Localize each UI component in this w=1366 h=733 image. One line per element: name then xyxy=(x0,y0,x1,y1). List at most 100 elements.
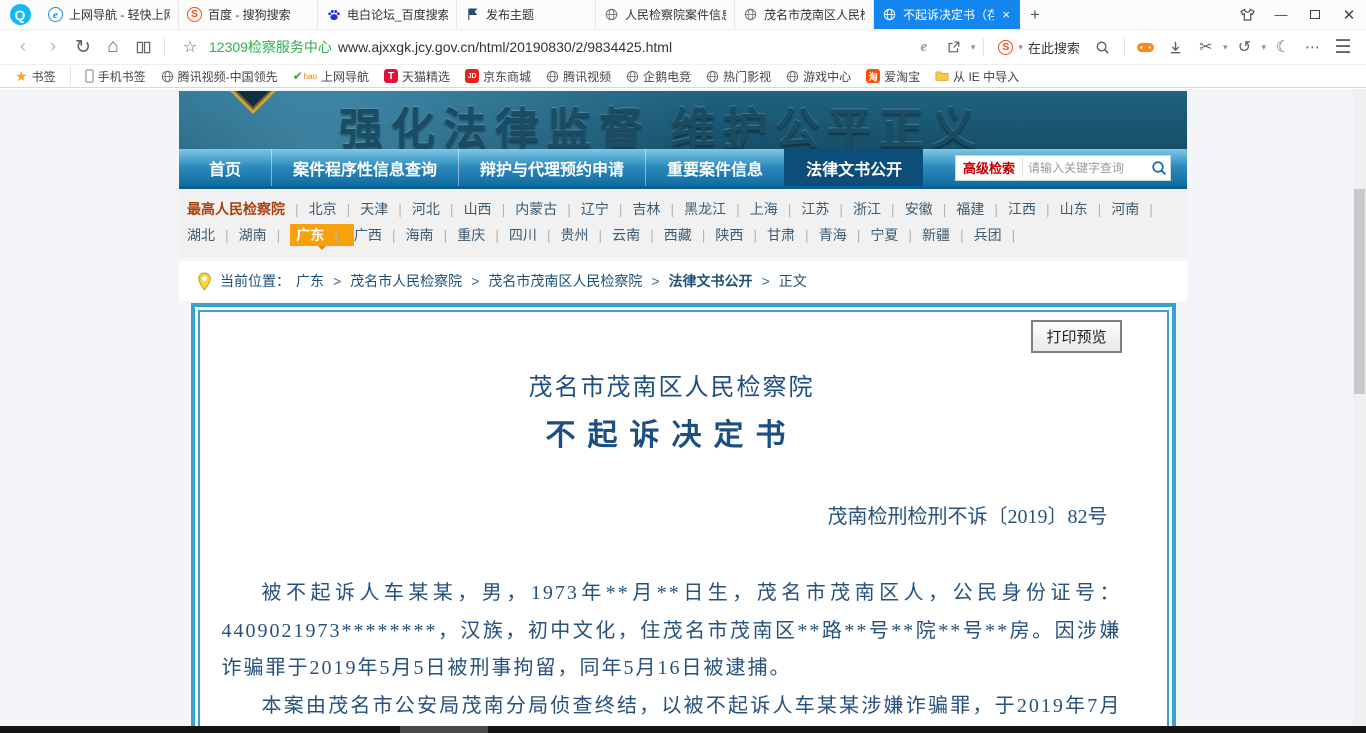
province-link-supreme[interactable]: 最高人民检察院 xyxy=(187,201,309,217)
screenshot-scissors-icon[interactable]: ✂ xyxy=(1193,34,1219,60)
site-search-bar[interactable]: 高级检索 xyxy=(955,155,1171,181)
province-link[interactable]: 四川 xyxy=(509,227,561,243)
province-link[interactable]: 新疆 xyxy=(922,227,974,243)
menu-icon[interactable]: ☰ xyxy=(1330,34,1356,60)
province-link[interactable]: 江苏 xyxy=(801,201,853,217)
province-link[interactable]: 青海 xyxy=(819,227,871,243)
download-icon[interactable] xyxy=(1163,34,1189,60)
reading-mode-icon[interactable] xyxy=(130,34,156,60)
province-link[interactable]: 兵团 xyxy=(974,227,1026,243)
province-link[interactable]: 贵州 xyxy=(560,227,612,243)
province-link[interactable]: 湖北 xyxy=(187,227,239,243)
forward-icon[interactable]: › xyxy=(40,34,66,60)
advanced-search-link[interactable]: 高级检索 xyxy=(956,158,1023,177)
bookmark-item[interactable]: 从 IE 中导入 xyxy=(930,68,1024,85)
province-link[interactable]: 黑龙江 xyxy=(684,201,750,217)
tab-post-topic[interactable]: 发布主题 xyxy=(457,0,596,29)
nav-item-home[interactable]: 首页 xyxy=(179,149,271,186)
province-link[interactable]: 浙江 xyxy=(853,201,905,217)
province-link[interactable]: 云南 xyxy=(612,227,664,243)
chevron-down-icon[interactable]: ▾ xyxy=(971,42,976,53)
bookmark-item[interactable]: 腾讯视频 xyxy=(541,68,616,85)
maximize-button[interactable] xyxy=(1298,0,1332,29)
share-icon[interactable] xyxy=(941,34,967,60)
sogou-search-box[interactable]: S ▾ 在此搜索 xyxy=(992,38,1086,57)
more-options-icon[interactable]: ⋯ xyxy=(1300,34,1326,60)
back-icon[interactable]: ‹ xyxy=(10,34,36,60)
province-link[interactable]: 广西 xyxy=(354,227,406,243)
province-link[interactable]: 重庆 xyxy=(457,227,509,243)
province-link[interactable]: 海南 xyxy=(406,227,458,243)
refresh-icon[interactable]: ↻ xyxy=(70,34,96,60)
tab-dianbai-forum[interactable]: 电白论坛_百度搜索 xyxy=(318,0,457,29)
print-preview-button[interactable]: 打印预览 xyxy=(1031,320,1121,353)
search-icon[interactable] xyxy=(1090,34,1116,60)
province-link[interactable]: 北京 xyxy=(309,201,361,217)
tab-case-info[interactable]: 人民检察院案件信息 xyxy=(596,0,735,29)
tab-active-non-prosecution[interactable]: 不起诉决定书（存疑 × xyxy=(874,0,1020,29)
nav-item-case-procedure[interactable]: 案件程序性信息查询 xyxy=(271,149,458,186)
bookmark-item[interactable]: 热门影视 xyxy=(701,68,776,85)
nav-item-important-cases[interactable]: 重要案件信息 xyxy=(645,149,784,186)
close-tab-icon[interactable]: × xyxy=(1000,7,1012,22)
night-mode-moon-icon[interactable]: ☾ xyxy=(1270,34,1296,60)
breadcrumb-item[interactable]: 广东 xyxy=(296,271,350,291)
chevron-down-icon[interactable]: ▾ xyxy=(1018,42,1023,53)
search-icon[interactable] xyxy=(1148,160,1170,176)
new-tab-button[interactable]: + xyxy=(1020,0,1050,29)
favorite-star-icon[interactable]: ☆ xyxy=(177,34,203,60)
bookmark-item[interactable]: 淘 爱淘宝 xyxy=(861,68,925,85)
bookmark-item[interactable]: 腾讯视频-中国领先 xyxy=(156,68,283,85)
bookmark-item[interactable]: JD 京东商城 xyxy=(460,68,536,85)
province-link[interactable]: 陕西 xyxy=(715,227,767,243)
bookmark-item[interactable]: 企鹅电竞 xyxy=(621,68,696,85)
history-undo-icon[interactable]: ↺ xyxy=(1231,34,1257,60)
bookmark-item[interactable]: 手机书签 xyxy=(80,68,151,85)
province-link[interactable]: 吉林 xyxy=(632,201,684,217)
close-window-button[interactable]: ✕ xyxy=(1332,0,1366,29)
site-label[interactable]: 12309检察服务中心 xyxy=(209,37,332,57)
province-link[interactable]: 天津 xyxy=(360,201,412,217)
breadcrumb-item[interactable]: 茂名市人民检察院 xyxy=(350,271,488,291)
province-link[interactable]: 宁夏 xyxy=(870,227,922,243)
province-link[interactable]: 山东 xyxy=(1060,201,1112,217)
nav-item-legal-documents[interactable]: 法律文书公开 xyxy=(784,149,923,186)
province-link-active[interactable]: 广东 xyxy=(290,224,354,246)
scrollbar-thumb[interactable] xyxy=(1354,189,1365,394)
bookmark-item[interactable]: 游戏中心 xyxy=(781,68,856,85)
ie-compat-icon[interactable]: e xyxy=(911,34,937,60)
breadcrumb-item[interactable]: 茂名市茂南区人民检察院 xyxy=(488,271,668,291)
province-link[interactable]: 甘肃 xyxy=(767,227,819,243)
game-center-icon[interactable] xyxy=(1133,34,1159,60)
province-link[interactable]: 河南 xyxy=(1111,201,1163,217)
url-text[interactable]: www.ajxxgk.jcy.gov.cn/html/20190830/2/98… xyxy=(338,39,672,55)
nav-item-defense-appointment[interactable]: 辩护与代理预约申请 xyxy=(458,149,645,186)
browser-skin-icon[interactable] xyxy=(1230,0,1264,29)
qq-browser-logo-icon[interactable]: Q xyxy=(0,0,40,29)
province-link[interactable]: 山西 xyxy=(464,201,516,217)
bookmark-item[interactable]: T 天猫精选 xyxy=(379,68,455,85)
province-link[interactable]: 湖南 xyxy=(239,227,291,243)
chevron-down-icon[interactable]: ▾ xyxy=(1223,42,1228,53)
page-scrollbar[interactable] xyxy=(1353,89,1366,733)
tab-baidu-sogou[interactable]: S 百度 - 搜狗搜索 xyxy=(179,0,318,29)
minimize-button[interactable]: — xyxy=(1264,0,1298,29)
tab-maonan-procuratorate[interactable]: 茂名市茂南区人民检 xyxy=(735,0,874,29)
province-link[interactable]: 上海 xyxy=(750,201,802,217)
bookmark-item[interactable]: ✔hao 上网导航 xyxy=(288,68,374,85)
province-link[interactable]: 江西 xyxy=(1008,201,1060,217)
breadcrumb-item[interactable]: 法律文书公开 xyxy=(669,271,779,291)
province-link[interactable]: 西藏 xyxy=(664,227,716,243)
bookmarks-root[interactable]: ★ 书签 xyxy=(10,68,61,85)
keyword-search-input[interactable] xyxy=(1023,161,1148,175)
province-link[interactable]: 辽宁 xyxy=(581,201,633,217)
tab-navigation[interactable]: e 上网导航 - 轻快上网 xyxy=(40,0,179,29)
search-here-label[interactable]: 在此搜索 xyxy=(1028,38,1080,57)
province-link[interactable]: 福建 xyxy=(956,201,1008,217)
province-link[interactable]: 河北 xyxy=(412,201,464,217)
province-link[interactable]: 内蒙古 xyxy=(515,201,581,217)
province-link[interactable]: 安徽 xyxy=(905,201,957,217)
home-icon[interactable]: ⌂ xyxy=(100,34,126,60)
chevron-down-icon[interactable]: ▾ xyxy=(1261,42,1266,53)
address-bar[interactable]: ☆ 12309检察服务中心 www.ajxxgk.jcy.gov.cn/html… xyxy=(173,34,907,60)
